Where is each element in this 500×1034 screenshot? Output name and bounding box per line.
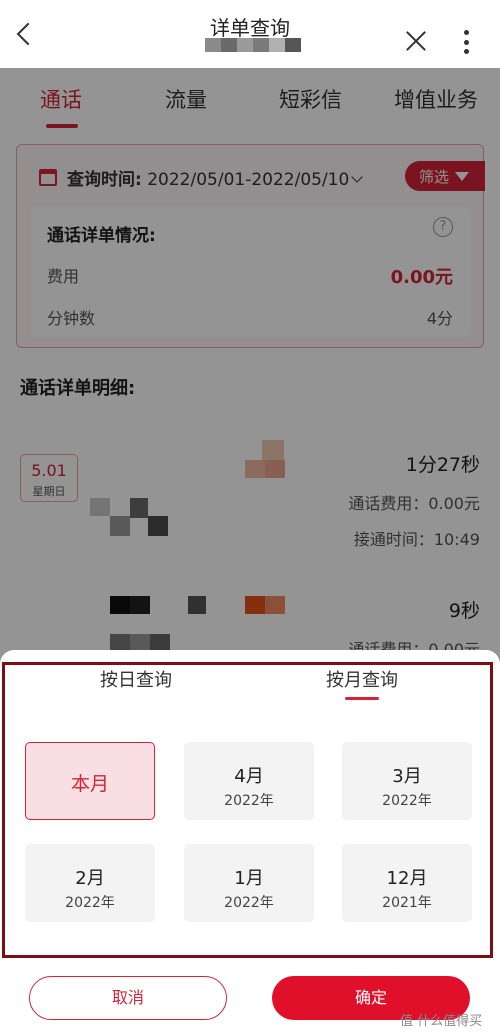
- month-option[interactable]: 4月 2022年: [184, 742, 314, 820]
- month-label: 1月: [234, 868, 264, 889]
- cancel-button[interactable]: 取消: [29, 976, 227, 1020]
- year-label: 2022年: [224, 793, 274, 809]
- top-bar: 详单查询: [0, 0, 500, 68]
- month-label: 12月: [386, 868, 428, 889]
- tab-query-by-day[interactable]: 按日查询: [100, 666, 172, 692]
- month-option[interactable]: 1月 2022年: [184, 844, 314, 922]
- month-option-current[interactable]: 本月: [25, 742, 155, 820]
- month-option[interactable]: 12月 2021年: [342, 844, 472, 922]
- month-label: 2月: [75, 868, 105, 889]
- close-icon[interactable]: [404, 30, 428, 54]
- watermark: 值 什么值得买: [400, 1014, 483, 1029]
- active-tab-indicator: [345, 697, 379, 700]
- pixelated-phone-number: [205, 38, 301, 52]
- month-option[interactable]: 3月 2022年: [342, 742, 472, 820]
- more-options-icon[interactable]: [464, 30, 470, 54]
- tab-query-by-month[interactable]: 按月查询: [326, 666, 398, 692]
- year-label: 2022年: [382, 793, 432, 809]
- month-label: 本月: [70, 773, 109, 795]
- month-option[interactable]: 2月 2022年: [25, 844, 155, 922]
- year-label: 2022年: [65, 895, 115, 911]
- year-label: 2022年: [224, 895, 274, 911]
- month-label: 3月: [392, 766, 422, 787]
- month-label: 4月: [234, 766, 264, 787]
- year-label: 2021年: [382, 895, 432, 911]
